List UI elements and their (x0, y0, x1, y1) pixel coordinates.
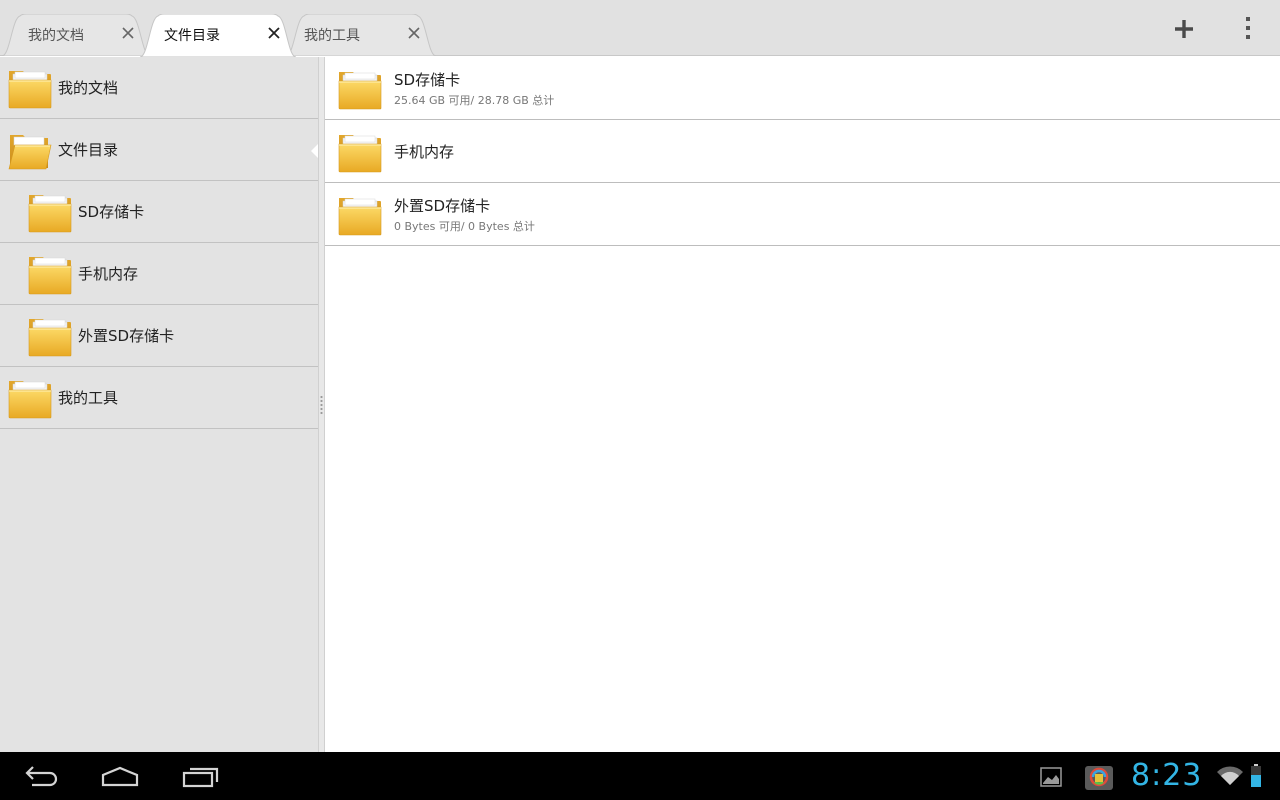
wifi-icon (1217, 766, 1243, 785)
system-nav-bar: 8:23 (0, 752, 1280, 800)
list-item-phone-memory[interactable]: 手机内存 (325, 120, 1280, 183)
tree-item-sd-card[interactable]: SD存储卡 (0, 181, 318, 243)
plus-icon[interactable] (1170, 15, 1198, 43)
folder-icon (7, 375, 53, 421)
list-item-external-sd-card[interactable]: 外置SD存储卡 0 Bytes 可用/ 0 Bytes 总计 (325, 183, 1280, 246)
folder-icon (337, 129, 383, 175)
file-name: 外置SD存储卡 (394, 197, 491, 215)
close-icon[interactable] (406, 25, 422, 41)
folder-icon (27, 189, 73, 235)
tab-my-documents[interactable]: 我的文档 (2, 14, 150, 56)
folder-icon (337, 192, 383, 238)
folder-icon (27, 313, 73, 359)
tab-label: 我的工具 (304, 28, 360, 44)
folder-icon (7, 65, 53, 111)
home-icon[interactable] (100, 764, 140, 790)
storage-info: 0 Bytes 可用/ 0 Bytes 总计 (394, 220, 535, 233)
file-name: SD存储卡 (394, 71, 461, 89)
folder-icon (337, 66, 383, 112)
list-item-sd-card[interactable]: SD存储卡 25.64 GB 可用/ 28.78 GB 总计 (325, 57, 1280, 120)
folder-tree-panel: 我的文档 文件目录 SD存储卡 手机内存 外置SD存储卡 我的工具 (0, 57, 319, 752)
recent-apps-icon[interactable] (182, 764, 220, 790)
tree-item-label: 我的工具 (58, 389, 119, 407)
tree-item-external-sd-card[interactable]: 外置SD存储卡 (0, 305, 318, 367)
tab-file-directory[interactable]: 文件目录 (140, 14, 296, 57)
file-name: 手机内存 (394, 143, 455, 161)
open-folder-icon (7, 127, 53, 173)
app-notification-icon[interactable] (1083, 762, 1115, 792)
tree-item-label: 外置SD存储卡 (78, 327, 175, 345)
tab-my-tools[interactable]: 我的工具 (286, 14, 436, 56)
image-notification-icon[interactable] (1040, 767, 1062, 787)
tab-bar: 我的文档 我的工具 文件目录 (0, 0, 1280, 57)
storage-info: 25.64 GB 可用/ 28.78 GB 总计 (394, 94, 555, 107)
tree-item-file-directory[interactable]: 文件目录 (0, 119, 318, 181)
close-icon[interactable] (120, 25, 136, 41)
folder-icon (27, 251, 73, 297)
file-list-panel: SD存储卡 25.64 GB 可用/ 28.78 GB 总计 手机内存 外置SD… (325, 57, 1280, 752)
clock: 8:23 (1131, 758, 1203, 793)
tab-label: 我的文档 (28, 28, 84, 44)
grip-icon (320, 395, 323, 415)
tab-label: 文件目录 (164, 28, 220, 44)
back-icon[interactable] (22, 764, 60, 790)
close-icon[interactable] (266, 25, 282, 41)
overflow-menu-icon[interactable] (1236, 14, 1260, 42)
tree-item-label: 我的文档 (58, 79, 119, 97)
battery-icon (1251, 764, 1261, 787)
tree-item-label: 手机内存 (78, 265, 139, 283)
tree-item-phone-memory[interactable]: 手机内存 (0, 243, 318, 305)
tree-item-my-tools[interactable]: 我的工具 (0, 367, 318, 429)
tree-item-label: SD存储卡 (78, 203, 145, 221)
tree-item-label: 文件目录 (58, 141, 119, 159)
panel-resize-handle[interactable] (318, 57, 325, 752)
tree-item-my-documents[interactable]: 我的文档 (0, 57, 318, 119)
